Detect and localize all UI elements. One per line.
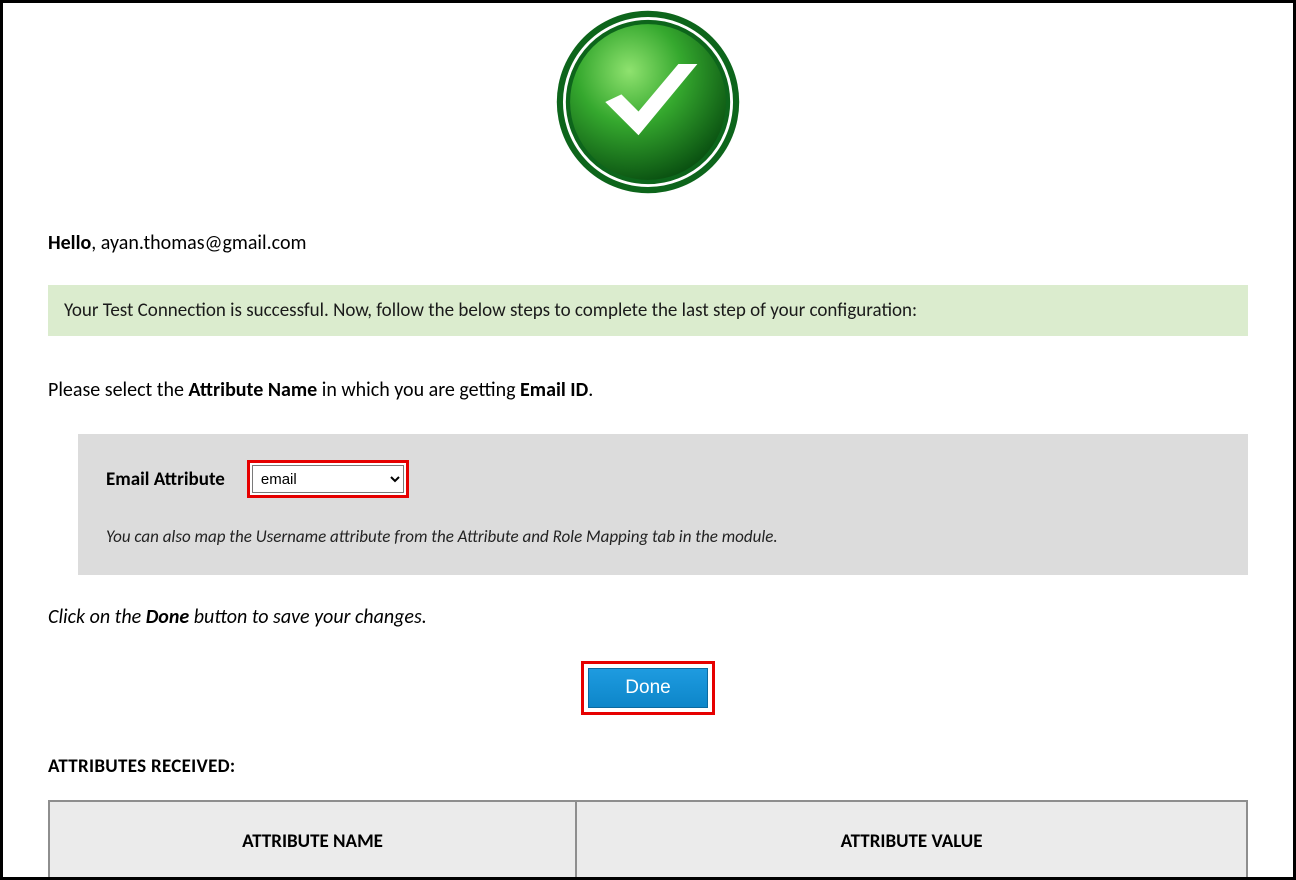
success-banner: Your Test Connection is successful. Now,…: [48, 285, 1248, 336]
success-check-wrap: [48, 7, 1248, 197]
done-button-wrap: Done: [48, 661, 1248, 715]
success-check-icon: [553, 7, 743, 197]
greeting-email: ayan.thomas@gmail.com: [101, 231, 307, 255]
instruction-line: Please select the Attribute Name in whic…: [48, 378, 1248, 402]
header-attribute-value: ATTRIBUTE VALUE: [576, 801, 1247, 880]
greeting-line: Hello, ayan.thomas@gmail.com: [48, 231, 1248, 255]
save-instruction: Click on the Done button to save your ch…: [48, 605, 1248, 629]
email-attribute-select[interactable]: email: [252, 465, 404, 493]
email-attribute-panel: Email Attribute email You can also map t…: [78, 434, 1248, 575]
attributes-received-title: ATTRIBUTES RECEIVED:: [48, 755, 1248, 778]
table-header-row: ATTRIBUTE NAME ATTRIBUTE VALUE: [49, 801, 1247, 880]
done-highlight-box: Done: [581, 661, 714, 715]
mapping-hint: You can also map the Username attribute …: [106, 526, 1220, 547]
header-attribute-name: ATTRIBUTE NAME: [49, 801, 576, 880]
greeting-hello: Hello: [48, 231, 91, 255]
done-button[interactable]: Done: [588, 668, 707, 708]
page-container: Hello, ayan.thomas@gmail.com Your Test C…: [0, 0, 1296, 880]
email-attribute-label: Email Attribute: [106, 468, 225, 491]
attributes-table: ATTRIBUTE NAME ATTRIBUTE VALUE id: [48, 800, 1248, 880]
select-highlight-box: email: [247, 460, 409, 498]
email-attribute-row: Email Attribute email: [106, 460, 1220, 498]
